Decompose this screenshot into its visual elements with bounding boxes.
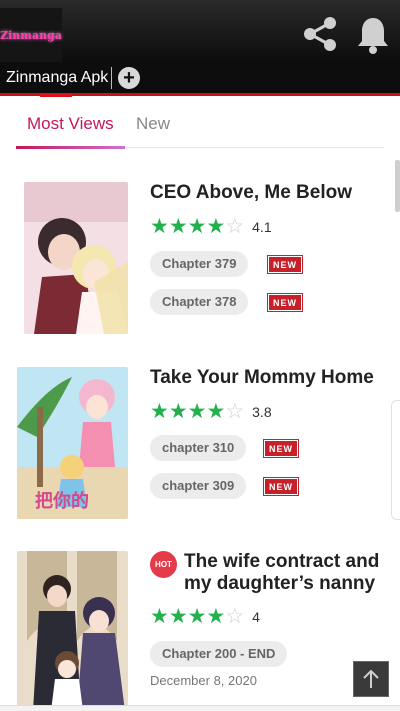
release-date: December 8, 2020 [150, 673, 257, 688]
chapter-chip[interactable]: chapter 309 [150, 473, 247, 499]
manga-title-line1[interactable]: The wife contract and [184, 551, 379, 573]
rating-value: 4 [252, 609, 260, 625]
star-full-icon: ★ [168, 215, 188, 238]
chapter-chip[interactable]: Chapter 379 [150, 251, 249, 277]
svg-text:把你的: 把你的 [35, 490, 89, 512]
arrow-up-icon [363, 669, 379, 688]
chapter-chip[interactable]: Chapter 200 - END [150, 641, 288, 667]
star-full-icon: ★ [206, 400, 226, 423]
chapter-chip[interactable]: Chapter 378 [150, 289, 249, 315]
star-full-icon: ★ [187, 605, 207, 628]
tab-new[interactable]: New [136, 114, 170, 134]
rating-stars: ★ ★ ★ ★ ☆ 4.1 [150, 216, 272, 238]
star-full-icon: ★ [206, 605, 226, 628]
app-screen: Zinmanga Zinmanga Apk + Most Views New C… [0, 0, 400, 711]
new-badge: NEW [267, 255, 303, 274]
hot-badge: HOT [150, 551, 177, 578]
star-empty-icon: ☆ [225, 215, 245, 238]
star-full-icon: ★ [168, 605, 188, 628]
manga-title[interactable]: CEO Above, Me Below [150, 182, 352, 204]
star-full-icon: ★ [150, 605, 169, 628]
add-tab-icon[interactable]: + [118, 67, 140, 89]
star-full-icon: ★ [206, 215, 226, 238]
tab-most-views[interactable]: Most Views [27, 114, 114, 134]
scrollbar-thumb[interactable] [395, 160, 400, 212]
tab-divider [111, 67, 112, 89]
active-tab-indicator [40, 93, 72, 97]
list-tabs: Most Views New [16, 108, 384, 149]
star-full-icon: ★ [187, 215, 207, 238]
side-drawer-handle[interactable] [391, 400, 400, 520]
logo-text: Zinmanga [0, 28, 62, 42]
new-badge: NEW [263, 439, 299, 458]
cover-image[interactable] [24, 182, 128, 334]
rating-stars: ★ ★ ★ ★ ☆ 3.8 [150, 401, 272, 423]
star-full-icon: ★ [150, 400, 169, 423]
app-logo[interactable]: Zinmanga [0, 8, 62, 62]
top-app-bar: Zinmanga [0, 0, 400, 62]
cover-image[interactable]: 把你的 [17, 367, 128, 519]
star-full-icon: ★ [187, 400, 207, 423]
active-list-tab-underline [16, 146, 125, 149]
star-empty-icon: ☆ [225, 400, 245, 423]
star-full-icon: ★ [168, 400, 188, 423]
manga-title[interactable]: Take Your Mommy Home [150, 367, 374, 389]
star-full-icon: ★ [150, 215, 169, 238]
tab-zinmanga-apk[interactable]: Zinmanga Apk [6, 69, 108, 87]
bottom-edge [0, 705, 400, 711]
rating-value: 4.1 [252, 219, 272, 235]
new-badge: NEW [267, 293, 303, 312]
new-badge: NEW [263, 477, 299, 496]
cover-image[interactable] [17, 551, 128, 711]
browser-tab-strip: Zinmanga Apk + [0, 62, 400, 96]
star-empty-icon: ☆ [225, 605, 245, 628]
manga-title-line2[interactable]: my daughter’s nanny [184, 573, 375, 595]
bell-icon[interactable] [355, 14, 391, 54]
share-icon[interactable] [300, 14, 340, 54]
scroll-to-top-button[interactable] [353, 661, 389, 697]
rating-stars: ★ ★ ★ ★ ☆ 4 [150, 606, 260, 628]
rating-value: 3.8 [252, 404, 272, 420]
chapter-chip[interactable]: chapter 310 [150, 435, 247, 461]
